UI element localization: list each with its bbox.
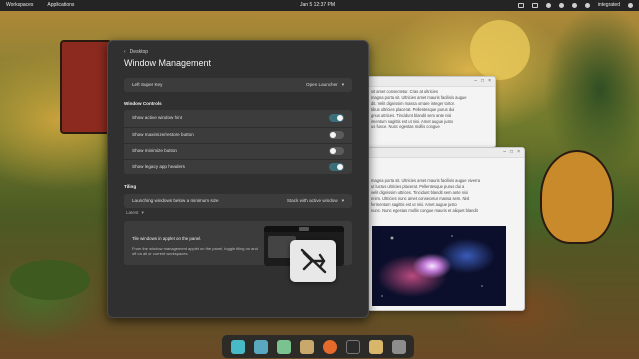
minimize-icon[interactable]: – — [474, 78, 477, 85]
window-titlebar[interactable]: – □ × — [368, 77, 495, 87]
launch-behavior-value: Stack with active window — [286, 198, 338, 203]
wallpaper-leaf-shape — [10, 260, 90, 300]
active-hint-toggle[interactable] — [329, 114, 344, 122]
tiling-off-icon — [300, 248, 327, 274]
text-line: us fusce. Nunc egestas mollis congue — [371, 124, 440, 130]
toggle-knob — [330, 132, 336, 138]
files-icon[interactable] — [299, 339, 314, 354]
close-icon[interactable]: × — [517, 149, 520, 156]
close-icon[interactable]: × — [488, 78, 491, 85]
wallpaper-sun-shape — [470, 20, 530, 80]
maximize-button-label: Show maximize/restore button — [132, 132, 194, 137]
super-key-card: Left Super Key Open Launcher ▾ — [124, 78, 352, 92]
workspaces-button[interactable]: Workspaces — [6, 0, 33, 11]
maximize-icon[interactable]: □ — [481, 78, 484, 85]
battery-icon[interactable] — [584, 3, 590, 8]
applet-description: From the window management applet on the… — [132, 246, 258, 257]
firefox-icon[interactable] — [322, 339, 337, 354]
dropdown-arrow-icon: ▾ — [141, 210, 144, 215]
active-hint-label: Show active window hint — [132, 115, 183, 120]
text-window-back[interactable]: – □ × sit amet consectetur. Cras at ultr… — [367, 76, 496, 148]
tiling-launch-card: Launching windows below a minimum size S… — [124, 194, 352, 208]
super-key-label: Left Super Key — [132, 82, 163, 87]
maximize-icon[interactable]: □ — [510, 149, 513, 156]
workspaces-icon[interactable] — [253, 339, 268, 354]
maximize-button-row[interactable]: Show maximize/restore button — [124, 127, 352, 142]
wallpaper-orange-shape — [540, 150, 614, 244]
toggle-knob — [337, 164, 343, 170]
active-hint-row[interactable]: Show active window hint — [124, 111, 352, 125]
dropdown-arrow-icon: ▾ — [341, 82, 344, 87]
launch-behavior-label: Launching windows below a minimum size — [132, 198, 219, 203]
network-icon[interactable] — [545, 3, 551, 8]
toggle-knob — [330, 148, 336, 154]
minimize-button-toggle[interactable] — [329, 147, 344, 155]
legacy-headers-row[interactable]: Show legacy app headers — [124, 159, 352, 174]
terminal-icon[interactable] — [345, 339, 360, 354]
launch-behavior-row[interactable]: Launching windows below a minimum size S… — [124, 194, 352, 208]
top-panel: Workspaces Applications Jan 5 12:37 PM i… — [0, 0, 639, 11]
wallpaper-red-block — [60, 40, 112, 134]
legacy-headers-toggle[interactable] — [329, 163, 344, 171]
launcher-icon[interactable] — [230, 339, 245, 354]
minimize-icon[interactable]: – — [503, 149, 506, 156]
legacy-headers-label: Show legacy app headers — [132, 164, 185, 169]
dock — [222, 335, 414, 358]
applet-title: Tile windows in applet on the panel. — [132, 236, 202, 241]
latest-label: Latest — [126, 210, 139, 215]
back-label: Desktop — [129, 49, 149, 55]
applications-button[interactable]: Applications — [47, 0, 74, 11]
minimize-button-label: Show minimize button — [132, 148, 177, 153]
text-content: magna porta sit. Ultricies amet mauris f… — [368, 158, 524, 213]
page-title: Window Management — [124, 58, 212, 68]
dropdown-arrow-icon: ▾ — [341, 198, 344, 203]
super-key-value: Open Launcher — [306, 82, 338, 87]
nebula-image — [372, 226, 506, 306]
text-content: sit amet consectetur. Cras at ultricies … — [368, 87, 495, 130]
text-line: nunc. Nunc egestas mollis congue mauris … — [371, 207, 478, 213]
tiling-toggle-illustration — [290, 240, 336, 282]
archive-icon[interactable] — [368, 339, 383, 354]
volume-icon[interactable] — [571, 3, 577, 8]
window-controls-heading: Window Controls — [124, 101, 162, 106]
tiling-icon[interactable] — [517, 3, 524, 8]
window-controls-card: Show active window hint Show maximize/re… — [124, 110, 352, 174]
bluetooth-icon[interactable] — [558, 3, 564, 8]
latest-dropdown[interactable]: Latest ▾ — [126, 210, 144, 216]
app-grid-icon[interactable] — [276, 339, 291, 354]
clock[interactable]: Jan 5 12:37 PM — [300, 2, 335, 8]
back-button[interactable]: ‹ Desktop — [124, 49, 148, 55]
window-titlebar[interactable]: – □ × — [368, 148, 524, 158]
super-key-dropdown[interactable]: Open Launcher ▾ — [306, 78, 344, 92]
user-menu[interactable]: integrated — [598, 0, 620, 11]
toggle-knob — [337, 115, 343, 121]
tiling-heading: Tiling — [124, 184, 137, 189]
super-key-row[interactable]: Left Super Key Open Launcher ▾ — [124, 78, 352, 92]
settings-icon[interactable] — [391, 339, 406, 354]
chevron-left-icon: ‹ — [124, 49, 126, 55]
launch-behavior-dropdown[interactable]: Stack with active window ▾ — [287, 194, 344, 208]
power-icon[interactable] — [628, 3, 633, 8]
notification-icon[interactable] — [531, 3, 538, 8]
preview-chip — [299, 227, 309, 231]
minimize-button-row[interactable]: Show minimize button — [124, 143, 352, 158]
maximize-button-toggle[interactable] — [329, 131, 344, 139]
